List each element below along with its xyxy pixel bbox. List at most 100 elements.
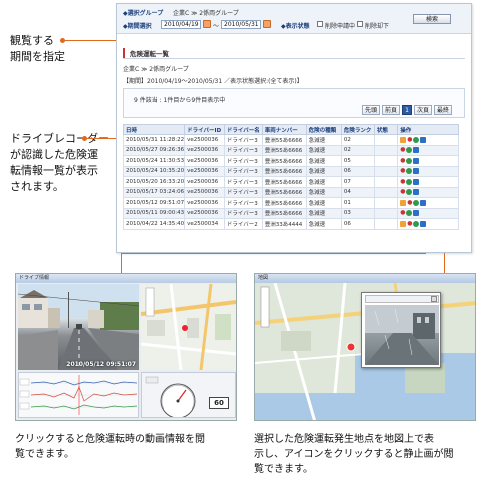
date-from-input[interactable]: 2010/04/19 <box>161 20 201 29</box>
home-icon[interactable] <box>420 199 427 206</box>
map-pin-icon[interactable]: ● <box>400 168 405 174</box>
table-row[interactable]: 2010/05/24 11:30:53 ve2500036 ドライバー3 豊洲55あ6… <box>122 155 459 167</box>
home-icon[interactable] <box>413 210 420 216</box>
video-play-icon[interactable] <box>406 147 413 153</box>
search-button[interactable]: 検索 <box>413 14 451 24</box>
calendar-from-icon[interactable] <box>203 20 211 28</box>
home-icon[interactable] <box>413 157 420 164</box>
video-play-icon[interactable] <box>406 189 413 195</box>
map-window: 地図 <box>254 273 476 421</box>
period-summary: 【期間】2010/04/19〜2010/05/31 ／表示状態選択:(全て表示)… <box>123 78 303 85</box>
cell-driver-name: ドライバー3 <box>223 176 263 188</box>
map-pin-icon[interactable]: ● <box>400 157 405 164</box>
video-play-icon[interactable] <box>413 136 420 143</box>
group-value: 企業C ≫ 2係両グループ <box>173 10 239 17</box>
warning-icon[interactable] <box>400 136 407 143</box>
col-datetime[interactable]: 日時 <box>122 124 186 135</box>
home-icon[interactable] <box>413 178 420 185</box>
date-to-input[interactable]: 2010/05/31 <box>221 20 261 29</box>
cell-risk-type: 急減速 <box>305 197 342 209</box>
pager-next-button[interactable]: 次頁 <box>414 105 432 115</box>
group-label: ◆選択グループ <box>123 10 164 17</box>
video-play-icon[interactable] <box>406 168 413 174</box>
table-row[interactable]: 2010/05/20 16:33:20 ve2500036 ドライバー3 豊洲55あ6… <box>122 176 459 188</box>
dashcam-video[interactable]: 2010/05/12 09:51:07 <box>18 284 139 370</box>
checkbox-delete-rejected[interactable] <box>357 21 363 27</box>
video-play-icon[interactable] <box>413 220 420 227</box>
warning-icon[interactable] <box>400 199 407 206</box>
date-tilde: 〜 <box>213 23 220 30</box>
calendar-to-icon[interactable] <box>263 20 271 28</box>
table-row[interactable]: 2010/05/11 09:00:43 ve2500036 ドライバー3 豊洲55あ6… <box>122 207 459 219</box>
period-label: ◆期間選択 <box>123 23 152 30</box>
player-map[interactable] <box>141 284 236 370</box>
map-pin-icon[interactable]: ● <box>407 199 412 206</box>
cell-vehicle-number: 豊洲55あ6666 <box>261 165 307 177</box>
home-icon[interactable] <box>413 189 420 195</box>
still-image <box>365 305 439 365</box>
map-pin-icon[interactable]: ● <box>400 147 405 153</box>
video-play-icon[interactable] <box>406 178 413 185</box>
caption-video-line1: クリックすると危険運転時の動画情報を閲 <box>15 434 205 445</box>
col-vehicle-number[interactable]: 車両ナンバー <box>261 124 307 135</box>
cell-vehicle-number: 豊洲55あ6666 <box>261 176 307 188</box>
cell-driver-name: ドライバー3 <box>223 144 263 156</box>
cell-driver-id: ve2500036 <box>184 134 225 146</box>
cell-risk-type: 急減速 <box>305 207 342 219</box>
close-icon[interactable] <box>431 296 437 302</box>
cell-operations: ● <box>397 197 459 209</box>
cell-risk-rank: 02 <box>340 134 375 146</box>
map-pin-icon[interactable]: ● <box>407 136 412 143</box>
cell-operations: ● <box>397 155 459 167</box>
video-play-icon[interactable] <box>413 199 420 206</box>
map-pin-icon[interactable]: ● <box>407 220 412 227</box>
home-icon[interactable] <box>413 147 420 153</box>
table-row[interactable]: 2010/05/27 09:26:36 ve2500036 ドライバー3 豊洲55あ6… <box>122 144 459 156</box>
video-player-window: ドライブ情報 2010/05/12 09:51:07 60 <box>15 273 237 421</box>
still-image-popup[interactable] <box>361 292 441 368</box>
popup-header <box>365 295 439 303</box>
cell-operations: ● <box>397 165 459 177</box>
pager-current-page[interactable]: 1 <box>402 105 412 115</box>
video-play-icon[interactable] <box>406 210 413 216</box>
graph-lines <box>19 373 138 417</box>
video-play-icon[interactable] <box>406 157 413 164</box>
cell-status <box>373 218 399 230</box>
pager-prev-button[interactable]: 前頁 <box>382 105 400 115</box>
table-row[interactable]: 2010/05/24 10:35:20 ve2500036 ドライバー3 豊洲55あ6… <box>122 165 459 177</box>
cell-status <box>373 207 399 219</box>
speed-value: 60 <box>209 397 229 409</box>
map-pin-icon[interactable]: ● <box>400 210 405 216</box>
cell-operations: ● <box>397 134 459 146</box>
home-icon[interactable] <box>413 168 420 174</box>
cell-datetime: 2010/05/20 16:33:20 <box>122 176 186 188</box>
table-row[interactable]: 2010/05/31 11:28:22 ve2500036 ドライバー3 豊洲55あ6… <box>122 134 459 146</box>
cell-datetime: 2010/05/12 09:51:07 <box>122 197 186 209</box>
map-pin-icon[interactable]: ● <box>400 178 405 185</box>
col-risk-type[interactable]: 危険の種類 <box>305 124 342 135</box>
table-row[interactable]: 2010/05/17 03:24:06 ve2500036 ドライバー3 豊洲55あ6… <box>122 186 459 198</box>
cell-datetime: 2010/05/11 09:00:43 <box>122 207 186 219</box>
warning-icon[interactable] <box>400 220 407 227</box>
col-driver-name[interactable]: ドライバー名 <box>223 124 263 135</box>
checkbox-delete-pending[interactable] <box>317 21 323 27</box>
callout-period-dot <box>60 38 65 43</box>
col-driver-id[interactable]: ドライバーID <box>184 124 225 135</box>
table-row[interactable]: 2010/05/12 09:51:07 ve2500036 ドライバー3 豊洲55あ6… <box>122 197 459 209</box>
risk-list-screen: ◆選択グループ 企業C ≫ 2係両グループ ◆期間選択 2010/04/19 〜… <box>116 3 472 253</box>
table-row[interactable]: 2010/04/22 14:35:40 ve2500034 ドライバー2 豊洲33あ4… <box>122 218 459 230</box>
checkbox-delete-rejected-label: 削除却下 <box>365 23 390 30</box>
cell-operations: ● <box>397 176 459 188</box>
col-risk-rank[interactable]: 危険ランク <box>340 124 375 135</box>
map-pin-icon[interactable]: ● <box>400 189 405 195</box>
col-status[interactable]: 状態 <box>373 124 399 135</box>
acceleration-graph <box>18 372 139 418</box>
cell-risk-rank: 05 <box>340 155 375 167</box>
cell-driver-name: ドライバー3 <box>223 207 263 219</box>
pager-last-button[interactable]: 最終 <box>434 105 452 115</box>
home-icon[interactable] <box>420 220 427 227</box>
home-icon[interactable] <box>420 136 427 143</box>
cell-driver-name: ドライバー3 <box>223 134 263 146</box>
leader-to-map-v <box>444 253 445 273</box>
pager-first-button[interactable]: 先頭 <box>362 105 380 115</box>
